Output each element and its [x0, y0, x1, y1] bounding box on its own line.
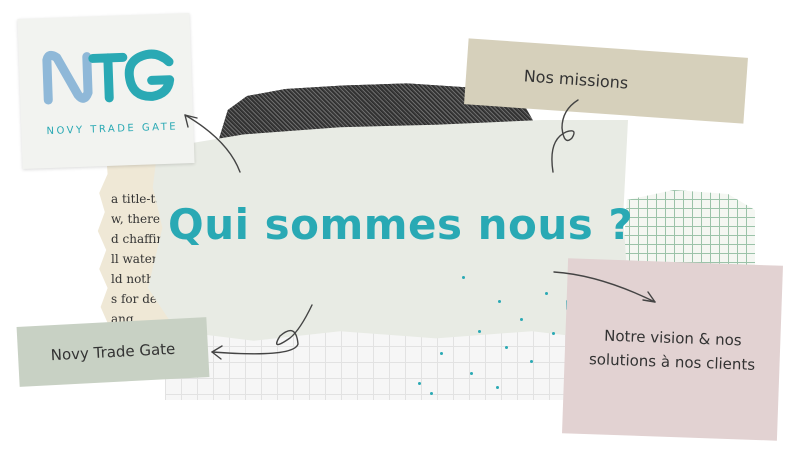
arrow-to-company-icon: [211, 304, 313, 355]
arrow-to-logo-icon: [184, 114, 241, 173]
arrow-to-missions-icon: [551, 99, 579, 173]
arrow-to-vision-icon: [553, 271, 656, 303]
hand-drawn-arrows: [184, 99, 656, 360]
